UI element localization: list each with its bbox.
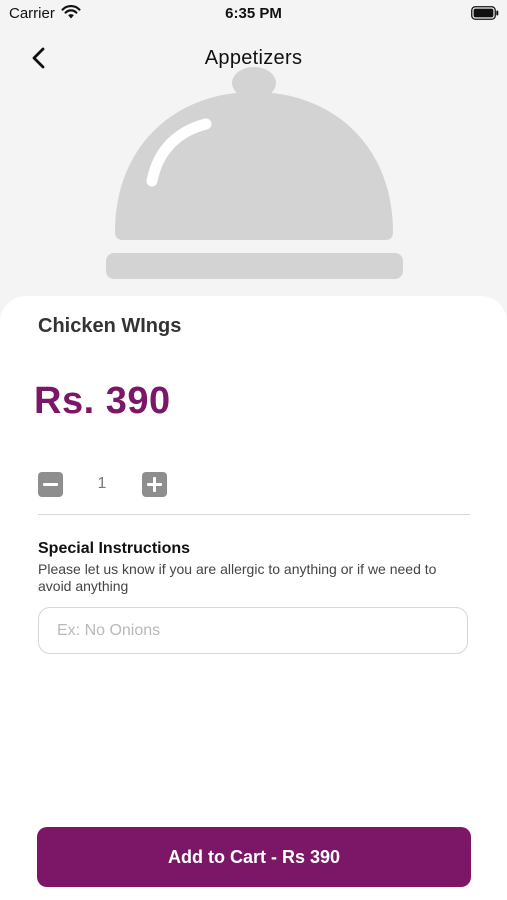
status-bar: Carrier 6:35 PM: [0, 0, 507, 28]
battery-icon: [471, 6, 499, 20]
product-price: Rs. 390: [34, 380, 171, 422]
decrease-quantity-button[interactable]: [38, 472, 63, 497]
special-instructions-title: Special Instructions: [38, 540, 191, 557]
increase-quantity-button[interactable]: [142, 472, 167, 497]
product-name: Chicken WIngs: [38, 315, 182, 337]
serving-cloche-icon: [106, 67, 403, 279]
special-instructions-description: Please let us know if you are allergic t…: [38, 561, 437, 594]
special-instructions-input[interactable]: [38, 607, 468, 654]
add-to-cart-button[interactable]: Add to Cart - Rs 390: [37, 827, 471, 887]
status-time: 6:35 PM: [225, 5, 282, 22]
quantity-value: 1: [97, 475, 107, 492]
divider: [38, 514, 470, 515]
